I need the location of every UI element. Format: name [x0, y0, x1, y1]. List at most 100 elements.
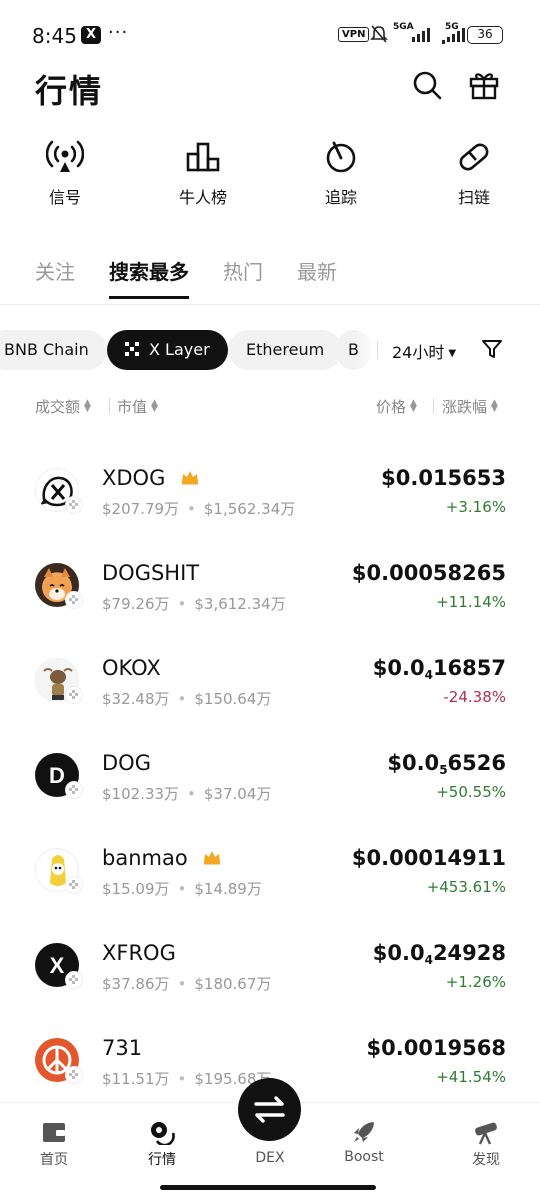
tab-most-searched[interactable]: 搜索最多 [109, 256, 189, 299]
bell-muted-icon [370, 25, 388, 43]
chip-label: BNB Chain [4, 340, 89, 359]
period-label: 24小时 [392, 343, 445, 362]
token-row[interactable]: OKOX $32.48万 • $150.64万 $0.0416857 -24.38% [0, 636, 540, 731]
dot-separator: • [177, 1070, 187, 1088]
filter-icon[interactable] [480, 337, 504, 361]
tab-newest[interactable]: 最新 [297, 256, 337, 299]
nav-home[interactable]: 首页 [14, 1119, 94, 1169]
sort-icon: ▲ ▼ [410, 398, 417, 414]
leaderboard-icon [186, 142, 220, 172]
quick-action-tracking[interactable]: 追踪 [296, 140, 386, 208]
dot-separator: • [187, 785, 196, 803]
token-name: DOG [102, 751, 151, 775]
period-select[interactable]: 24小时 ▼ [392, 339, 456, 363]
swap-icon [254, 1096, 285, 1123]
token-stats: $32.48万 • $150.64万 [102, 688, 271, 709]
quick-action-signal[interactable]: 信号 [20, 140, 110, 208]
token-market-cap: $3,612.34万 [194, 595, 286, 613]
price-digits: 16857 [432, 656, 506, 680]
token-row[interactable]: banmao $15.09万 • $14.89万 $0.00014911 +453.… [0, 826, 540, 921]
sort-label: 成交额 [35, 398, 81, 416]
dex-swap-button[interactable] [238, 1078, 301, 1141]
chip-label: Ethereum [246, 340, 325, 359]
sort-volume[interactable]: 成交额 ▲ ▼ [35, 396, 91, 417]
sort-change[interactable]: 涨跌幅 ▲ ▼ [442, 396, 498, 417]
more-notifications-icon: ··· [108, 22, 129, 43]
token-market-cap: $37.04万 [203, 785, 272, 803]
sort-label: 涨跌幅 [442, 398, 488, 416]
chip-fade [356, 326, 378, 374]
dot-separator: • [177, 880, 187, 898]
gift-icon[interactable] [467, 68, 501, 102]
tab-following[interactable]: 关注 [35, 256, 75, 299]
caret-down-icon: ▼ [448, 348, 457, 359]
quick-action-label: 追踪 [324, 188, 357, 207]
divider [433, 398, 434, 414]
sort-price[interactable]: 价格 ▲ ▼ [376, 396, 417, 417]
token-change: +3.16% [445, 498, 506, 516]
x-app-icon: X [81, 26, 101, 44]
token-price: $0.056526 [387, 751, 506, 777]
token-name: DOGSHIT [102, 561, 200, 585]
chain-badge-icon [65, 971, 83, 989]
token-change: -24.38% [443, 688, 506, 706]
token-stats: $37.86万 • $180.67万 [102, 973, 271, 994]
status-time: 8:45 [32, 24, 77, 48]
token-change: +1.26% [445, 973, 506, 991]
token-row[interactable]: XDOG $207.79万 • $1,562.34万 $0.015653 +3.16… [0, 446, 540, 541]
home-indicator[interactable] [160, 1185, 376, 1190]
token-name: banmao [102, 846, 222, 870]
crown-icon [204, 851, 221, 865]
divider [109, 398, 110, 414]
price-prefix: $0.0 [372, 656, 425, 680]
nav-boost[interactable]: Boost [324, 1119, 404, 1165]
signal-bars-icon [412, 28, 430, 42]
token-volume: $37.86万 [102, 975, 170, 993]
nav-label: 发现 [472, 1152, 500, 1168]
price-prefix: $0.0 [387, 751, 440, 775]
signal-bars-icon [442, 30, 445, 44]
token-market-cap: $14.89万 [194, 880, 262, 898]
sort-label: 价格 [376, 398, 407, 416]
token-change: +41.54% [436, 1068, 506, 1086]
rocket-icon [354, 1122, 374, 1142]
sort-market-cap[interactable]: 市值 ▲ ▼ [117, 396, 158, 417]
quick-action-leaderboard[interactable]: 牛人榜 [158, 140, 248, 208]
price-digits: 6526 [447, 751, 506, 775]
nav-discover[interactable]: 发现 [446, 1119, 526, 1169]
tab-hot[interactable]: 热门 [223, 256, 263, 299]
nav-label: Boost [344, 1149, 384, 1165]
sort-icon: ▲ ▼ [151, 398, 158, 414]
token-price: $0.0416857 [373, 656, 506, 682]
nav-market[interactable]: 行情 [122, 1119, 202, 1169]
price-zero-count: 5 [439, 763, 448, 777]
token-name: 731 [102, 1036, 143, 1060]
nav-label: DEX [255, 1150, 285, 1166]
token-change: +11.14% [436, 593, 506, 611]
token-row[interactable]: DOGSHIT $79.26万 • $3,612.34万 $0.00058265 +… [0, 541, 540, 636]
token-row[interactable]: D DOG $102.33万 • $37.04万 $0.056526 +50.55% [0, 731, 540, 826]
crown-icon [182, 471, 199, 485]
chain-chip-ethereum[interactable]: Ethereum [228, 330, 343, 370]
token-price: $0.0019568 [366, 1036, 506, 1060]
chain-chip-xlayer[interactable]: X Layer [107, 330, 228, 370]
chain-badge-icon [65, 876, 83, 894]
search-icon[interactable] [410, 68, 444, 102]
nav-label: 首页 [40, 1152, 68, 1168]
token-market-cap: $180.67万 [194, 975, 272, 993]
chain-chip-bnb[interactable]: BNB Chain [0, 330, 107, 370]
divider [377, 341, 378, 359]
chain-badge-icon [65, 686, 83, 704]
price-zero-count: 4 [424, 668, 433, 682]
divider [0, 304, 540, 305]
status-bar: 8:45 X ··· VPN 5GA 5G 36 [0, 0, 540, 70]
sort-icon: ▲ ▼ [84, 398, 91, 414]
chain-badge-icon [65, 1066, 83, 1084]
token-stats: $102.33万 • $37.04万 [102, 783, 271, 804]
quick-action-chain-scan[interactable]: 扫链 [429, 140, 519, 208]
chain-badge-icon [65, 496, 83, 514]
token-row[interactable]: X XFROG $37.86万 • $180.67万 $0.0424928 +1.2… [0, 921, 540, 1016]
quick-action-label: 牛人榜 [178, 188, 227, 207]
chain-badge-icon [65, 781, 83, 799]
dot-separator: • [177, 975, 187, 993]
